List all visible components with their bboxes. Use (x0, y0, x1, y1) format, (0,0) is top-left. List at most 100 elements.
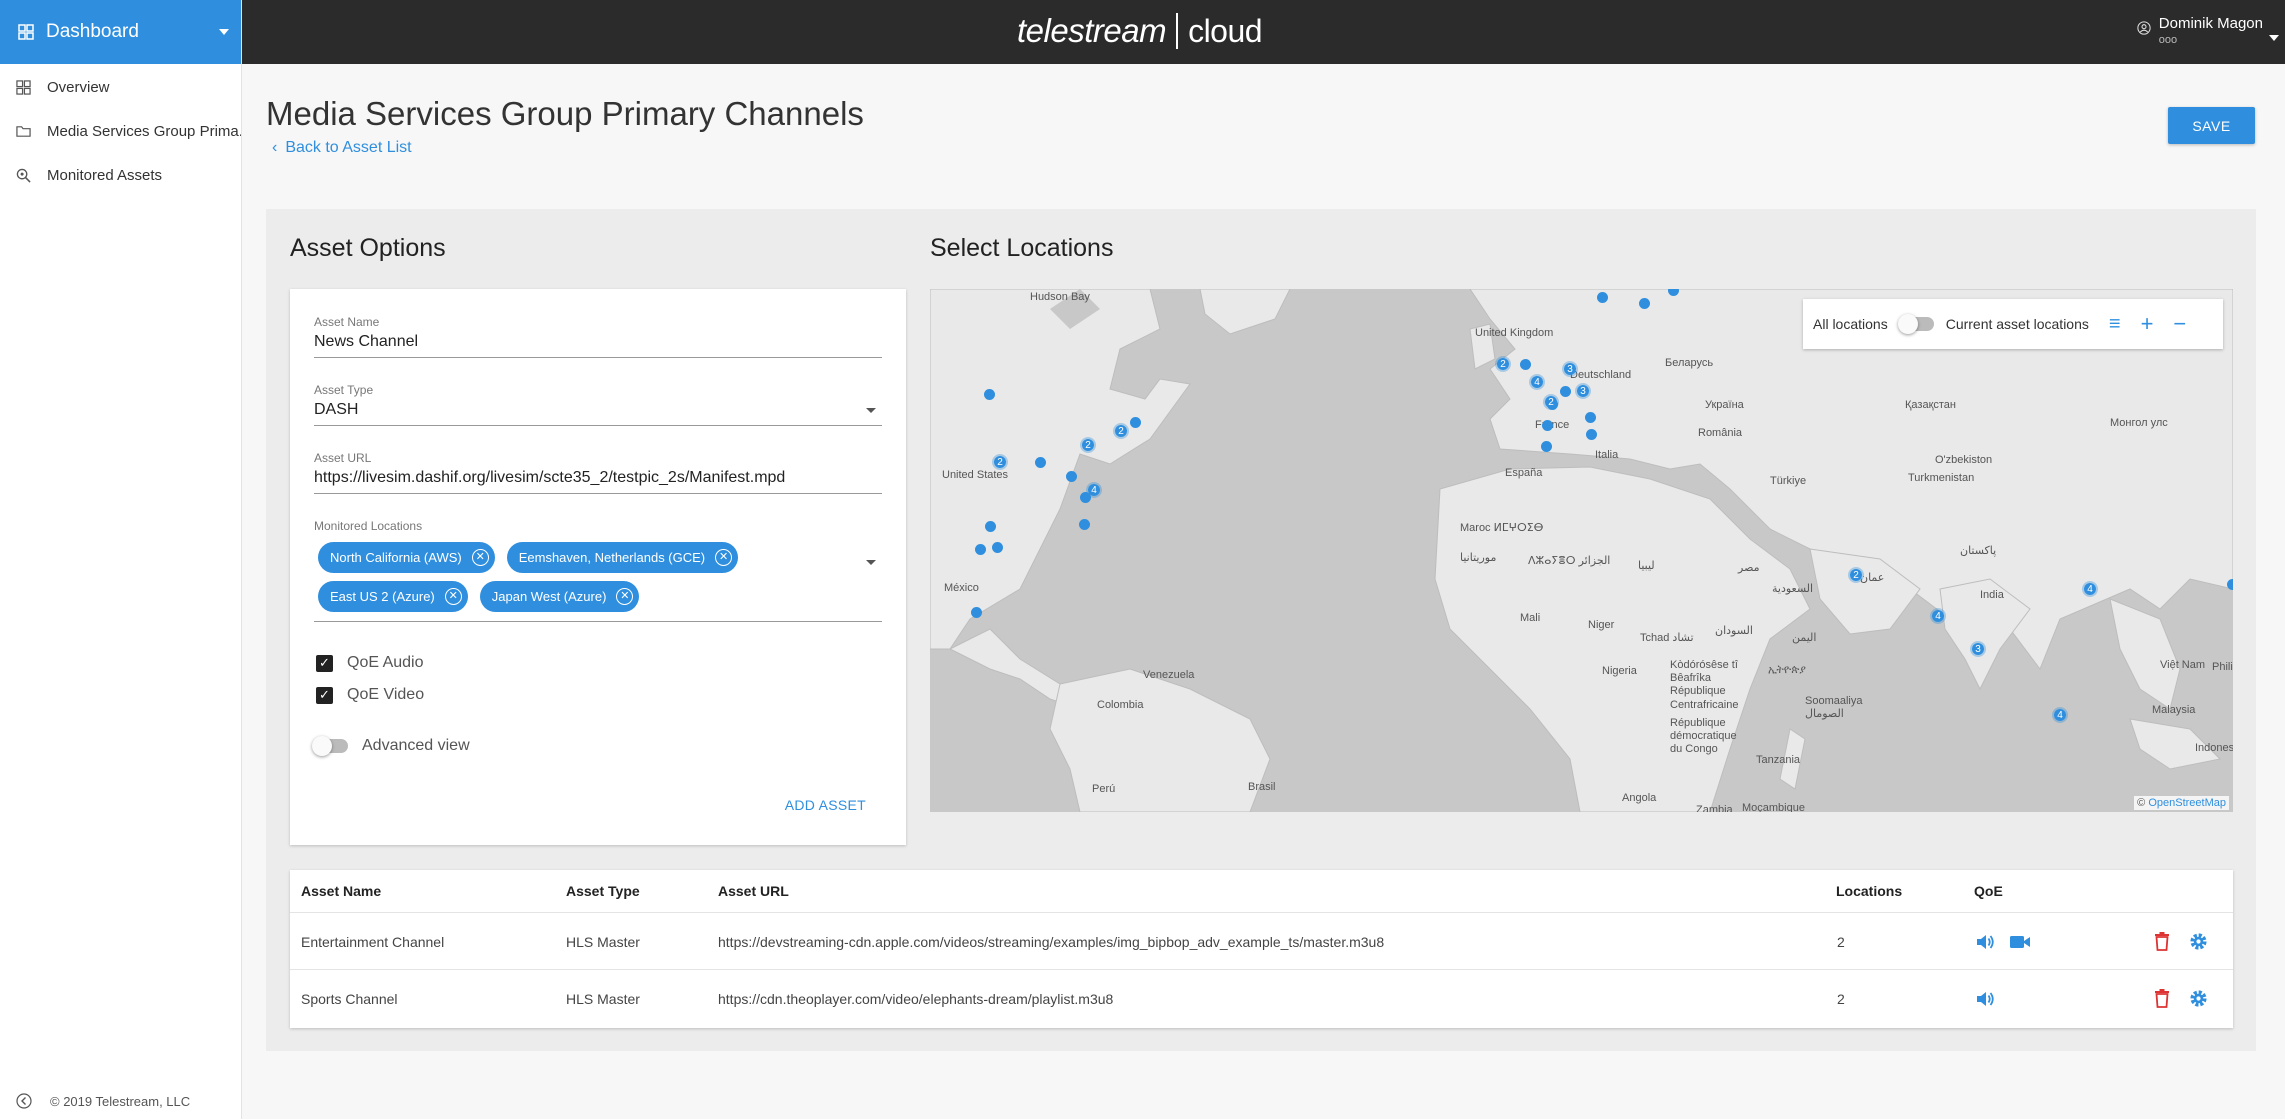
location-marker[interactable] (1639, 298, 1650, 309)
chevron-down-icon (219, 29, 229, 35)
sidebar-item-group[interactable]: Media Services Group Prima... (0, 109, 241, 153)
collapse-icon[interactable] (16, 1093, 32, 1109)
map-label: ⴷⵣⴰⵢⴻⵔ الجزائر (1528, 555, 1611, 567)
cell-locations: 2 (1837, 933, 1845, 950)
location-marker[interactable] (992, 542, 1003, 553)
location-cluster[interactable]: 4 (2052, 707, 2068, 723)
sidebar-item-label: Monitored Assets (47, 166, 163, 184)
location-marker[interactable] (1585, 412, 1596, 423)
filter-icon[interactable]: ≡ (2109, 314, 2121, 334)
location-marker[interactable] (1541, 441, 1552, 452)
location-marker[interactable] (984, 389, 995, 400)
location-marker[interactable] (971, 607, 982, 618)
cell-asset-type: HLS Master (566, 933, 640, 950)
sidebar-item-overview[interactable]: Overview (0, 65, 241, 109)
map-label: România (1698, 427, 1743, 439)
gear-icon[interactable] (2189, 970, 2208, 1027)
location-marker[interactable] (1130, 417, 1141, 428)
map-label: Беларусь (1665, 357, 1714, 369)
asset-type-label: Asset Type (314, 383, 374, 397)
location-cluster[interactable]: 2 (1495, 356, 1511, 372)
sidebar-item-monitored-assets[interactable]: Monitored Assets (0, 153, 241, 197)
table-row[interactable]: Sports Channel HLS Master https://cdn.th… (290, 969, 2233, 1026)
remove-chip-icon[interactable]: ✕ (616, 588, 634, 605)
map-label: Nigeria (1602, 665, 1637, 677)
dashboard-menu-toggle[interactable]: Dashboard (0, 0, 241, 64)
delete-icon[interactable] (2154, 970, 2170, 1027)
location-marker[interactable] (1597, 292, 1608, 303)
location-filter-toggle[interactable] (1897, 314, 1934, 334)
location-marker[interactable] (975, 544, 986, 555)
location-cluster[interactable]: 3 (1562, 361, 1578, 377)
location-cluster[interactable]: 4 (1529, 374, 1545, 390)
zoom-out-icon[interactable]: − (2173, 313, 2186, 335)
location-cluster[interactable]: 2 (992, 454, 1008, 470)
location-chip: East US 2 (Azure) ✕ (318, 581, 468, 612)
current-locations-label: Current asset locations (1945, 316, 2089, 332)
location-marker[interactable] (1079, 519, 1090, 530)
col-header-locations: Locations (1836, 883, 1903, 899)
page-title: Media Services Group Primary Channels (266, 95, 864, 132)
location-marker[interactable] (1035, 457, 1046, 468)
location-marker[interactable] (985, 521, 996, 532)
asset-url-input[interactable]: https://livesim.dashif.org/livesim/scte3… (314, 469, 882, 493)
col-header-qoe: QoE (1974, 883, 2003, 899)
save-button[interactable]: SAVE (2168, 107, 2255, 144)
location-marker[interactable] (2227, 579, 2233, 590)
checkbox-checked-icon[interactable]: ✓ (316, 686, 333, 704)
dropdown-arrow-icon[interactable] (866, 408, 876, 413)
asset-type-select[interactable]: Asset Type DASH (314, 383, 882, 426)
advanced-view-toggle[interactable]: Advanced view (312, 736, 470, 756)
toggle-switch[interactable] (312, 736, 348, 756)
location-marker[interactable] (1560, 386, 1571, 397)
search-icon (16, 168, 31, 183)
logo-brand: telestream (1017, 12, 1167, 49)
map-label: United Kingdom (1475, 327, 1554, 339)
map-label: Perú (1092, 783, 1116, 795)
map-label: Philip (2212, 661, 2233, 673)
location-cluster[interactable]: 3 (1970, 641, 1986, 657)
remove-chip-icon[interactable]: ✕ (471, 549, 489, 566)
asset-editor-panel: Asset Options Select Locations Asset Nam… (266, 209, 2256, 1051)
location-marker[interactable] (1586, 429, 1597, 440)
asset-name-field[interactable]: Asset Name News Channel (314, 315, 882, 358)
zoom-in-icon[interactable]: + (2141, 313, 2154, 335)
remove-chip-icon[interactable]: ✕ (444, 588, 462, 605)
location-cluster[interactable]: 2 (1113, 423, 1129, 439)
user-menu[interactable]: Dominik Magon ooo (2137, 15, 2279, 46)
location-chip: Eemshaven, Netherlands (GCE) ✕ (506, 542, 739, 573)
map-label: Deutschland (1570, 369, 1632, 381)
back-to-asset-list-link[interactable]: ‹ Back to Asset List (272, 139, 412, 157)
location-marker[interactable] (1542, 420, 1553, 431)
checkbox-checked-icon[interactable]: ✓ (316, 654, 333, 672)
locations-map[interactable]: Hudson Bay United Kingdom Deutschland Бе… (930, 289, 2233, 812)
asset-type-value[interactable]: DASH (314, 401, 882, 425)
asset-name-input[interactable]: News Channel (314, 333, 882, 357)
location-chips: North California (AWS) ✕ Eemshaven, Neth… (314, 533, 854, 621)
monitored-locations-select[interactable]: Monitored Locations North California (AW… (314, 519, 882, 622)
location-cluster[interactable]: 4 (2082, 581, 2098, 597)
grid-icon (16, 79, 31, 95)
logo-divider (1176, 13, 1179, 49)
map-label: موريتانيا (1460, 552, 1497, 564)
location-cluster[interactable]: 2 (1080, 437, 1096, 453)
location-cluster[interactable]: 3 (1575, 383, 1591, 399)
delete-icon[interactable] (2154, 913, 2170, 970)
location-marker[interactable] (1520, 359, 1531, 370)
qoe-video-checkbox[interactable]: ✓ QoE Video (316, 686, 424, 704)
map-label: Angola (1622, 792, 1657, 804)
location-marker[interactable] (1066, 471, 1077, 482)
add-asset-button[interactable]: ADD ASSET (785, 797, 866, 813)
location-cluster[interactable]: 2 (1543, 394, 1559, 410)
location-cluster[interactable]: 4 (1930, 608, 1946, 624)
asset-url-field[interactable]: Asset URL https://livesim.dashif.org/liv… (314, 451, 882, 494)
gear-icon[interactable] (2189, 913, 2208, 970)
table-row[interactable]: Entertainment Channel HLS Master https:/… (290, 912, 2233, 969)
remove-chip-icon[interactable]: ✕ (715, 549, 733, 566)
openstreetmap-link[interactable]: OpenStreetMap (2148, 797, 2226, 809)
map-label: Colombia (1097, 699, 1144, 711)
dropdown-arrow-icon[interactable] (866, 560, 876, 565)
location-cluster[interactable]: 4 (1086, 482, 1102, 498)
location-cluster[interactable]: 2 (1848, 567, 1864, 583)
qoe-audio-checkbox[interactable]: ✓ QoE Audio (316, 654, 424, 672)
